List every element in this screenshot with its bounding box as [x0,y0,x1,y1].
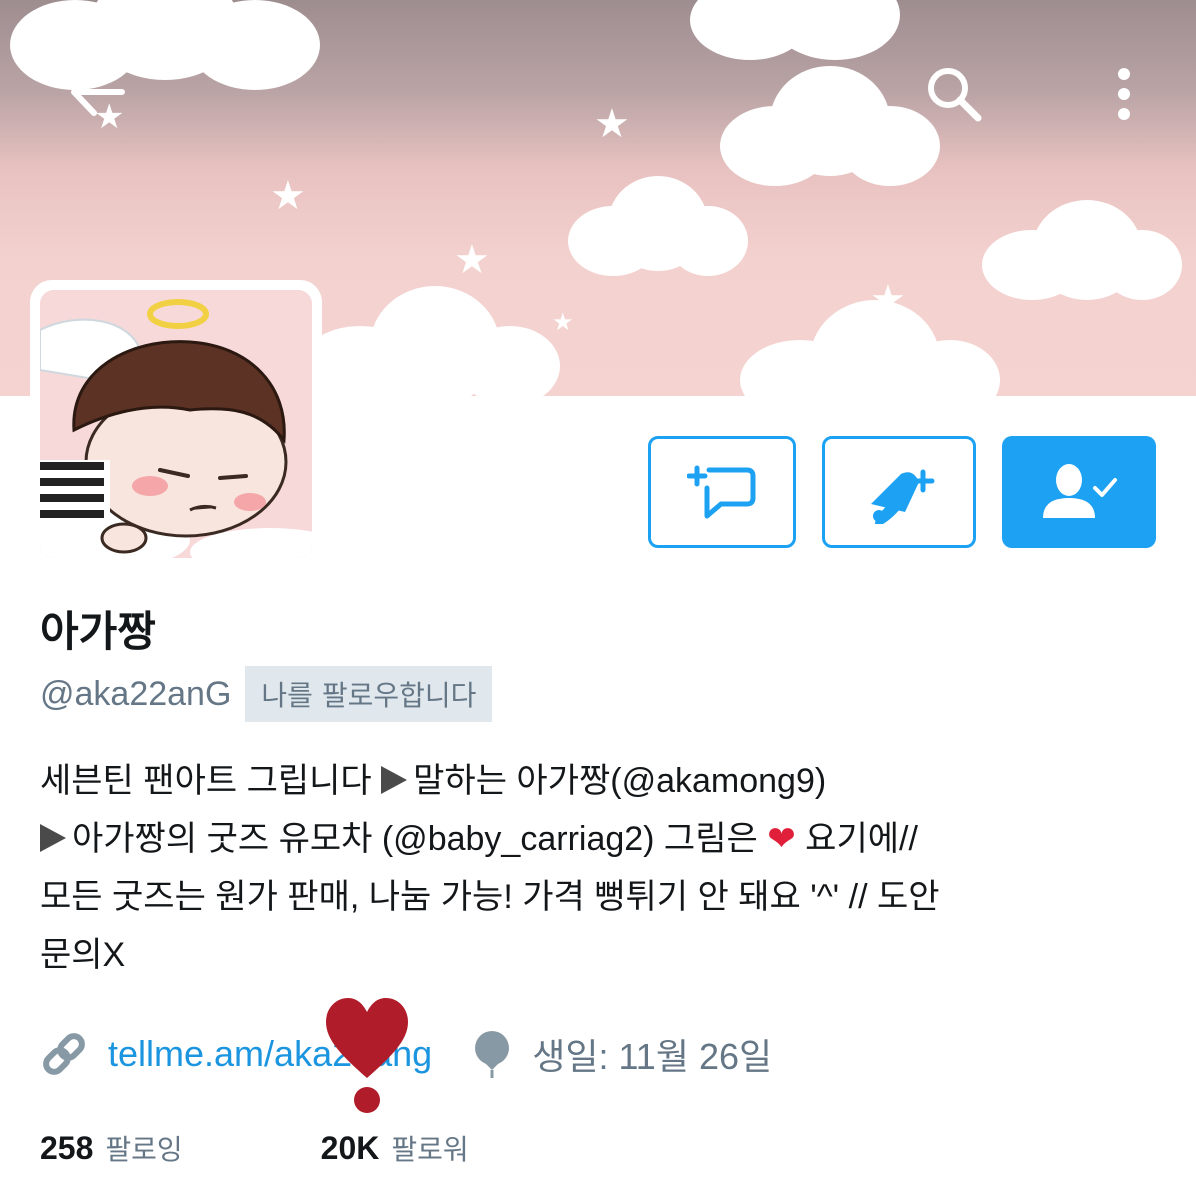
back-button[interactable] [56,52,136,132]
banner-star: ★ [870,277,906,323]
banner-cloud [0,0,330,90]
bio-line: 아가짱의 굿즈 유모차 (@baby_carriag2) 그림은 ❤ 요기에// [40,810,1160,868]
banner-cloud [720,66,940,186]
bio-line: 모든 굿즈는 원가 판매, 나눔 가능! 가격 뻥튀기 안 돼요 '^' // … [40,878,940,916]
direct-message-button[interactable] [648,436,796,548]
banner-cloud [690,0,910,60]
follow-stats: 258 팔로잉 20K 팔로워 [40,1122,469,1174]
banner-star: ★ [270,173,306,219]
triangle-bullet-icon [381,766,408,794]
search-icon [928,68,982,122]
bell-plus-icon [871,469,935,524]
banner-star: ★ [454,237,490,283]
display-name: 아가짱 [40,607,156,656]
triangle-bullet-icon [40,824,66,852]
followers-label[interactable]: 팔로워 [391,1128,468,1168]
direct-message-icon [687,465,756,519]
following-count[interactable]: 258 [40,1130,93,1167]
balloon-icon [475,1031,510,1078]
following-label[interactable]: 팔로잉 [105,1128,182,1168]
banner-cloud [568,176,748,276]
notifications-button[interactable] [822,436,976,548]
followers-count[interactable]: 20K [321,1130,380,1167]
link-icon [43,1033,85,1075]
handle-row: @aka22anG 나를 팔로우합니다 [40,666,493,722]
banner-star: ★ [552,308,574,336]
avatar-image [40,290,312,558]
bio-line: 문의X [40,936,126,974]
user-handle: @aka22anG [40,674,232,713]
arrow-left-icon [71,68,125,116]
heart-emoji-icon: ❤ [767,820,796,858]
banner-cloud [300,286,560,396]
profile-bio: 세븐틴 팬아트 그립니다 말하는 아가짱(@akamong9) 아가짱의 굿즈 … [40,752,1160,984]
bio-line: 세븐틴 팬아트 그립니다 말하는 아가짱(@akamong9) [40,762,827,800]
banner-star: ★ [700,6,722,34]
banner-star: ★ [594,101,630,147]
user-check-icon [1043,464,1117,518]
banner-cloud [982,200,1182,300]
more-vertical-icon [1118,68,1130,120]
follows-you-badge: 나를 팔로우합니다 [245,666,493,722]
search-button[interactable] [914,54,994,134]
profile-avatar[interactable] [30,280,322,568]
following-button[interactable] [1002,436,1156,548]
heart-exclamation-annotation [326,998,408,1113]
more-options-button[interactable] [1094,54,1154,134]
avatar-illustration [40,290,312,558]
birthday-text: 생일: 11월 26일 [532,1036,773,1077]
